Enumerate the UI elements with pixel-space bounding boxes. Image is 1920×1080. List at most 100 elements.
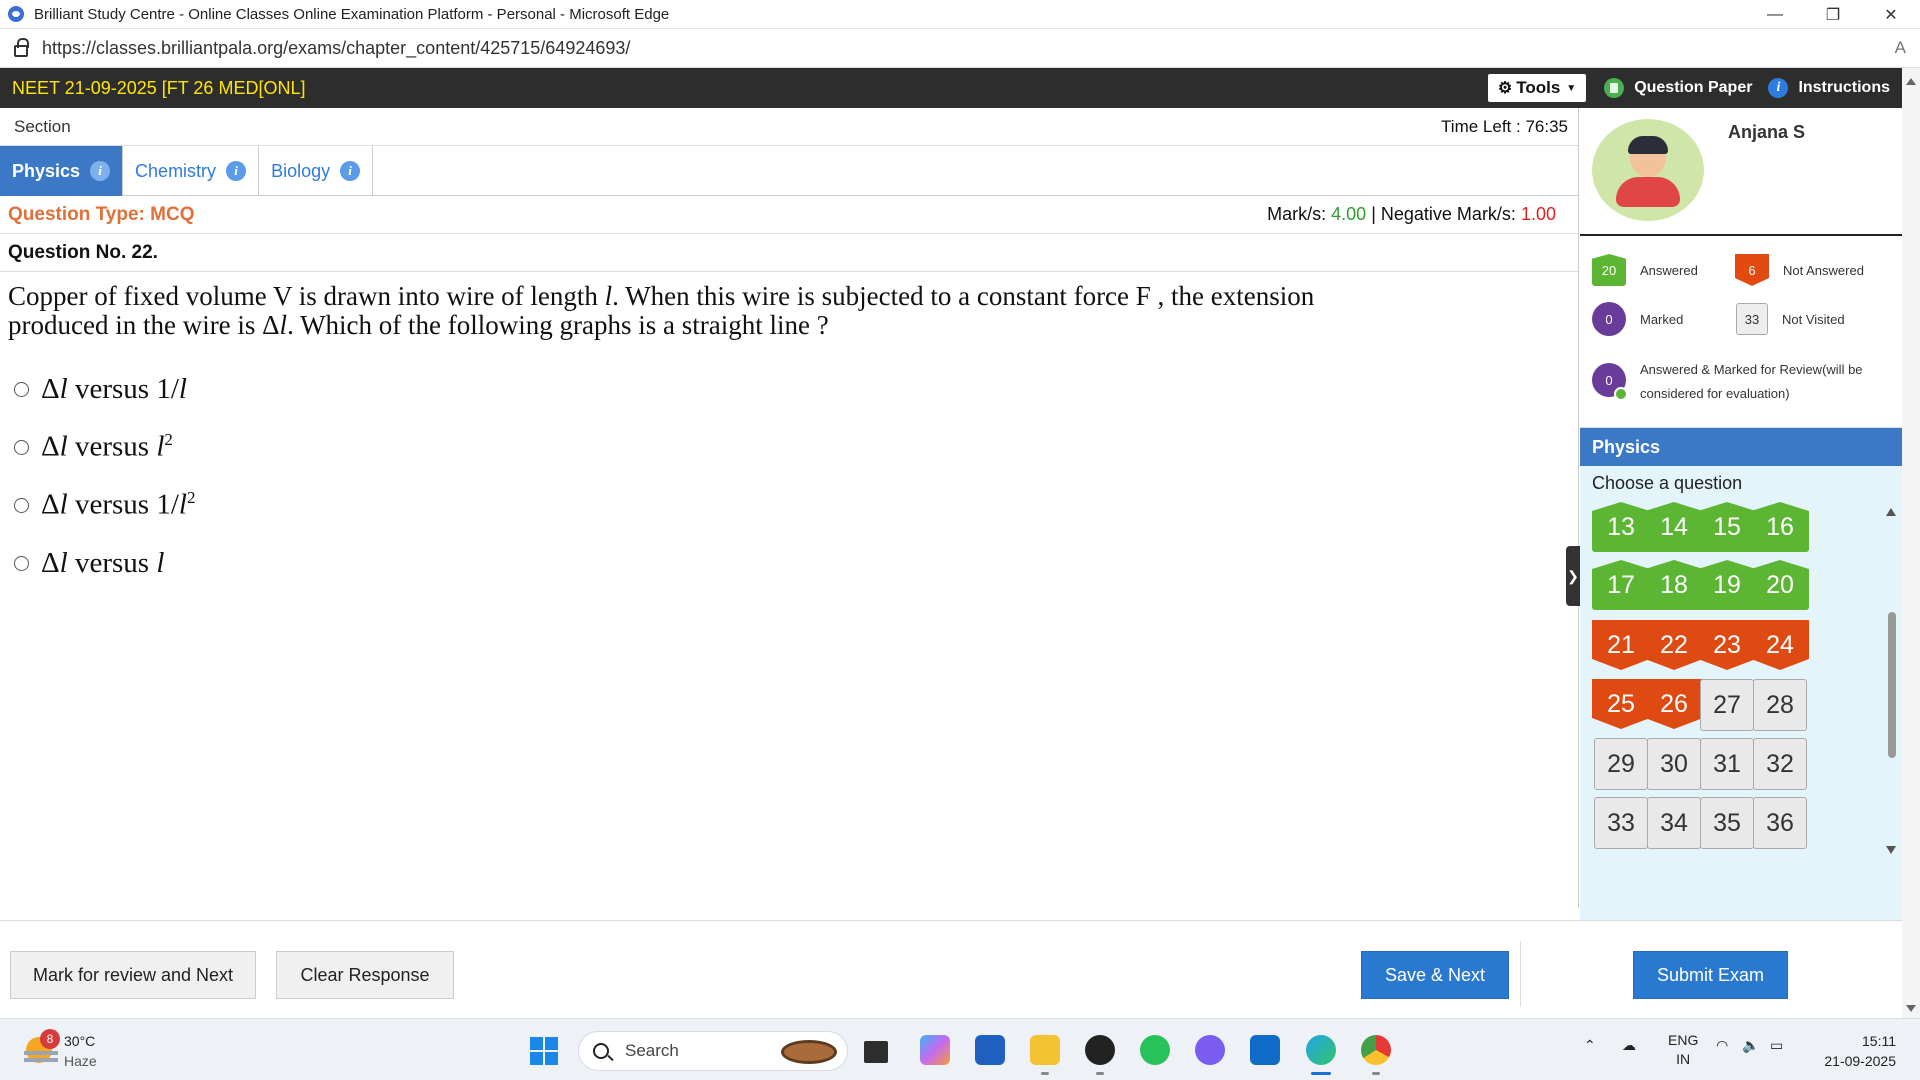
scroll-down-icon[interactable]	[1906, 1005, 1916, 1012]
question-button-35[interactable]: 35	[1700, 797, 1754, 849]
notification-badge: 8	[40, 1029, 60, 1049]
restore-button[interactable]: ❐	[1804, 0, 1862, 29]
check-icon	[1614, 387, 1628, 401]
minimize-button[interactable]: —	[1746, 0, 1804, 29]
windows-start-icon[interactable]	[530, 1037, 558, 1065]
read-aloud-icon[interactable]: A	[1895, 38, 1906, 58]
copilot-icon[interactable]	[920, 1035, 950, 1065]
radio-button[interactable]	[14, 555, 29, 571]
weather-widget[interactable]: 30°C Haze	[64, 1031, 97, 1071]
tools-dropdown[interactable]: ⚙ Tools ▼	[1487, 74, 1587, 102]
question-button-31[interactable]: 31	[1700, 738, 1754, 790]
question-button-24[interactable]: 24	[1751, 620, 1809, 670]
weather-icon[interactable]: 8	[22, 1029, 62, 1069]
battery-icon[interactable]: ▭	[1770, 1037, 1783, 1054]
question-paper-link[interactable]: Question Paper	[1604, 78, 1752, 98]
option-label[interactable]: Δl versus 1/l2	[41, 488, 195, 522]
marks-value: 4.00	[1331, 204, 1367, 224]
question-type-row: Question Type: MCQ Mark/s: 4.00 | Negati…	[0, 196, 1578, 234]
question-button-17[interactable]: 17	[1592, 560, 1650, 610]
info-icon[interactable]: i	[340, 161, 361, 181]
option-3[interactable]: Δl versus 1/l2	[0, 476, 1578, 534]
scroll-up-icon[interactable]	[1906, 78, 1916, 85]
question-button-25[interactable]: 25	[1592, 679, 1650, 729]
info-icon[interactable]: i	[226, 161, 247, 181]
app-icon[interactable]	[1195, 1035, 1225, 1065]
dell-icon[interactable]	[1085, 1035, 1115, 1075]
tools-label: Tools	[1516, 78, 1561, 97]
tab-chemistry[interactable]: Chemistry i	[123, 146, 260, 196]
question-button-16[interactable]: 16	[1751, 502, 1809, 552]
tab-biology[interactable]: Biology i	[259, 146, 374, 196]
language-indicator[interactable]: ENG IN	[1668, 1031, 1698, 1069]
save-next-button[interactable]: Save & Next	[1361, 951, 1509, 999]
scroll-thumb[interactable]	[1888, 612, 1896, 758]
system-clock[interactable]: 15:11 21-09-2025	[1824, 1031, 1896, 1071]
question-button-23[interactable]: 23	[1698, 620, 1756, 670]
question-button-32[interactable]: 32	[1753, 738, 1807, 790]
onedrive-icon[interactable]: ☁	[1622, 1037, 1636, 1054]
outlook-icon[interactable]	[1250, 1035, 1280, 1065]
chrome-icon[interactable]	[1361, 1035, 1391, 1075]
question-button-20[interactable]: 20	[1751, 560, 1809, 610]
question-button-22[interactable]: 22	[1645, 620, 1703, 670]
question-grid: 13 14 15 16 17 18 19 20 21 22 23 24 25 26 27 28 29 30 31 32…	[1592, 502, 1872, 866]
radio-button[interactable]	[14, 381, 29, 397]
wifi-icon[interactable]: ◠	[1716, 1037, 1728, 1054]
window-title: Brilliant Study Centre - Online Classes …	[34, 5, 670, 23]
edge-icon[interactable]	[1306, 1035, 1336, 1075]
close-button[interactable]: ✕	[1862, 0, 1920, 29]
question-button-27[interactable]: 27	[1700, 679, 1754, 731]
submit-exam-button[interactable]: Submit Exam	[1633, 951, 1788, 999]
option-label[interactable]: Δl versus l	[41, 547, 164, 580]
question-button-14[interactable]: 14	[1645, 502, 1703, 552]
instructions-link[interactable]: i Instructions	[1768, 78, 1890, 98]
address-bar[interactable]: https://classes.brilliantpala.org/exams/…	[0, 29, 1920, 68]
question-button-21[interactable]: 21	[1592, 620, 1650, 670]
question-button-26[interactable]: 26	[1645, 679, 1703, 729]
info-icon[interactable]: i	[90, 161, 111, 181]
radio-button[interactable]	[14, 497, 29, 513]
tab-physics[interactable]: Physics i	[0, 146, 124, 196]
question-button-36[interactable]: 36	[1753, 797, 1807, 849]
exam-title: NEET 21-09-2025 [FT 26 MED[ONL]	[12, 77, 306, 98]
palette-scrollbar[interactable]	[1882, 502, 1900, 862]
question-button-19[interactable]: 19	[1698, 560, 1756, 610]
scroll-up-icon[interactable]	[1886, 508, 1896, 516]
question-button-18[interactable]: 18	[1645, 560, 1703, 610]
edge-app-icon	[8, 6, 24, 22]
mark-review-next-button[interactable]: Mark for review and Next	[10, 951, 256, 999]
option-1[interactable]: Δl versus 1/l	[0, 360, 1578, 418]
marks-info: Mark/s: 4.00 | Negative Mark/s: 1.00	[1267, 204, 1556, 225]
option-2[interactable]: Δl versus l2	[0, 418, 1578, 476]
question-button-29[interactable]: 29	[1594, 738, 1648, 790]
lock-icon[interactable]	[14, 38, 29, 57]
option-4[interactable]: Δl versus l	[0, 534, 1578, 592]
file-explorer-icon[interactable]	[1030, 1035, 1060, 1075]
scroll-down-icon[interactable]	[1886, 846, 1896, 854]
section-row: Section Time Left : 76:35	[0, 108, 1578, 146]
task-view-icon[interactable]	[864, 1041, 888, 1063]
question-button-30[interactable]: 30	[1647, 738, 1701, 790]
page-scrollbar[interactable]	[1902, 68, 1920, 1018]
collapse-panel-toggle[interactable]: ❯	[1566, 546, 1580, 606]
whatsapp-icon[interactable]	[1140, 1035, 1170, 1065]
question-button-15[interactable]: 15	[1698, 502, 1756, 552]
clock-time: 15:11	[1862, 1033, 1896, 1049]
question-button-33[interactable]: 33	[1594, 797, 1648, 849]
taskbar-search[interactable]: Search	[578, 1031, 848, 1071]
question-button-28[interactable]: 28	[1753, 679, 1807, 731]
question-button-13[interactable]: 13	[1592, 502, 1650, 552]
question-text-part: . When this wire is subjected to a const…	[612, 281, 1315, 311]
question-text-part: Copper of fixed volume V is drawn into w…	[8, 281, 605, 311]
radio-button[interactable]	[14, 439, 29, 455]
option-label[interactable]: Δl versus l2	[41, 430, 173, 464]
store-icon[interactable]	[975, 1035, 1005, 1065]
volume-icon[interactable]: 🔈	[1742, 1037, 1759, 1054]
url-text[interactable]: https://classes.brilliantpala.org/exams/…	[42, 38, 630, 59]
clear-response-button[interactable]: Clear Response	[276, 951, 454, 999]
show-hidden-icons[interactable]: ⌃	[1584, 1037, 1596, 1054]
question-button-34[interactable]: 34	[1647, 797, 1701, 849]
marked-badge: 0	[1592, 302, 1626, 336]
option-label[interactable]: Δl versus 1/l	[41, 373, 187, 406]
